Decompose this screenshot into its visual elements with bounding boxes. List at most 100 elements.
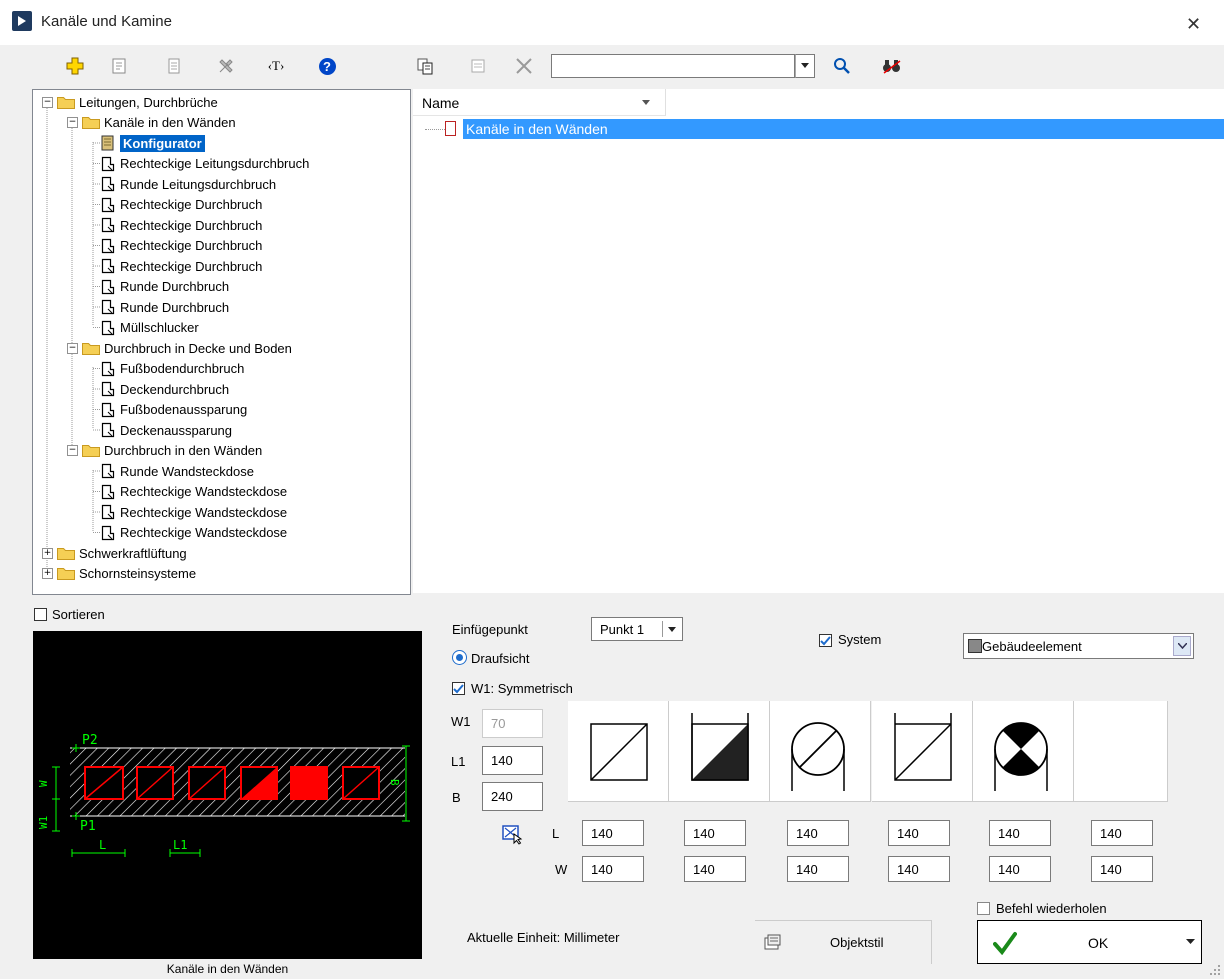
tile-rect-half-filled[interactable] xyxy=(669,701,770,802)
tree-item[interactable]: Rechteckige Leitungsdurchbruch xyxy=(101,154,309,174)
search-dropdown-button[interactable] xyxy=(795,54,815,78)
resize-grip-icon[interactable] xyxy=(1208,963,1222,977)
tree-folder[interactable]: − Durchbruch in Decke und Boden xyxy=(67,338,292,358)
objektstil-button[interactable]: Objektstil xyxy=(755,920,932,964)
column-header-name[interactable]: Name xyxy=(413,89,666,116)
tree-item[interactable]: Rechteckige Durchbruch xyxy=(101,236,262,256)
unit-text: Aktuelle Einheit: Millimeter xyxy=(467,930,620,945)
tile-round-quarters[interactable] xyxy=(973,701,1074,802)
width-input[interactable] xyxy=(684,856,746,882)
width-input[interactable] xyxy=(888,856,950,882)
l-row-label: L xyxy=(552,826,560,841)
pick-dimensions-icon[interactable] xyxy=(502,823,523,845)
help-icon[interactable]: ? xyxy=(314,53,340,79)
collapse-icon[interactable]: − xyxy=(67,445,78,456)
tree-folder[interactable]: + Schwerkraftlüftung xyxy=(42,543,187,563)
tree-folder[interactable]: + Schornsteinsysteme xyxy=(42,564,196,584)
expand-icon[interactable]: + xyxy=(42,547,53,559)
tree-item[interactable]: Müllschlucker xyxy=(101,318,199,338)
properties-icon[interactable] xyxy=(106,53,132,79)
tree-item[interactable]: Konfigurator xyxy=(101,133,205,153)
tree-item-label: Runde Durchbruch xyxy=(120,279,230,294)
sort-checkbox[interactable] xyxy=(34,608,47,621)
width-input[interactable] xyxy=(989,856,1051,882)
tree-item[interactable]: Rechteckige Durchbruch xyxy=(101,195,262,215)
tree-item-label: Schornsteinsysteme xyxy=(79,566,197,581)
sort-label: Sortieren xyxy=(52,607,105,622)
tree-item[interactable]: Deckenaussparung xyxy=(101,420,232,440)
tree-item[interactable]: Fußbodenaussparung xyxy=(101,400,247,420)
tree-item[interactable]: Rechteckige Wandsteckdose xyxy=(101,523,287,543)
width-input[interactable] xyxy=(582,856,644,882)
length-input[interactable] xyxy=(787,820,849,846)
tree-item[interactable]: Deckendurchbruch xyxy=(101,379,229,399)
delete-icon[interactable] xyxy=(511,53,537,79)
b-input[interactable] xyxy=(482,782,543,811)
ok-button[interactable]: OK xyxy=(977,920,1181,964)
layer-color-swatch xyxy=(968,639,982,653)
tree-item[interactable]: Rechteckige Durchbruch xyxy=(101,256,262,276)
tree-item[interactable]: Rechteckige Wandsteckdose xyxy=(101,482,287,502)
length-input[interactable] xyxy=(989,820,1051,846)
width-input[interactable] xyxy=(787,856,849,882)
length-input[interactable] xyxy=(1091,820,1153,846)
draufsicht-radio[interactable] xyxy=(452,650,467,665)
w1-symmetric-checkbox[interactable] xyxy=(452,682,465,695)
search-input[interactable] xyxy=(551,54,795,78)
tree-item[interactable]: Runde Durchbruch xyxy=(101,277,229,297)
tree-folder[interactable]: − Durchbruch in den Wänden xyxy=(67,441,262,461)
tree-folder[interactable]: − Leitungen, Durchbrüche xyxy=(42,92,218,112)
system-checkbox[interactable] xyxy=(819,634,832,647)
collapse-icon[interactable]: − xyxy=(67,342,78,354)
tree-folder[interactable]: − Kanäle in den Wänden xyxy=(67,113,236,133)
length-input[interactable] xyxy=(888,820,950,846)
tile-rect-open-top[interactable] xyxy=(872,701,973,802)
item-list[interactable]: Name Kanäle in den Wänden xyxy=(413,89,1224,593)
tree-item[interactable]: Runde Leitungsdurchbruch xyxy=(101,174,276,194)
tree-item[interactable]: Fußbodendurchbruch xyxy=(101,359,244,379)
w1-label: W1 xyxy=(451,714,471,729)
chevron-down-icon xyxy=(801,63,809,68)
insertion-point-select[interactable]: Punkt 1 xyxy=(591,617,683,641)
layer-dropdown-button[interactable] xyxy=(1173,636,1191,656)
tree-item-label: Runde Leitungsdurchbruch xyxy=(120,176,277,192)
find-binoculars-icon[interactable] xyxy=(879,53,905,79)
tree-item-label: Rechteckige Durchbruch xyxy=(120,238,263,253)
layer-select[interactable]: Gebäudeelement xyxy=(963,633,1194,659)
length-input[interactable] xyxy=(582,820,644,846)
w1-input[interactable] xyxy=(482,709,543,738)
search-icon[interactable] xyxy=(829,53,855,79)
part-icon xyxy=(101,381,115,397)
ok-dropdown-button[interactable] xyxy=(1180,920,1202,964)
round-diagonal-icon xyxy=(791,722,845,791)
tree-item[interactable]: Rechteckige Wandsteckdose xyxy=(101,502,287,522)
width-input[interactable] xyxy=(1091,856,1153,882)
chevron-down-icon xyxy=(642,100,650,105)
tools-icon[interactable] xyxy=(213,53,239,79)
list-view-icon[interactable] xyxy=(465,53,491,79)
l1-input[interactable] xyxy=(482,746,543,775)
expand-icon[interactable]: + xyxy=(42,568,53,579)
tree-item-label: Rechteckige Durchbruch xyxy=(120,217,263,233)
length-input[interactable] xyxy=(684,820,746,846)
tree-item[interactable]: Rechteckige Durchbruch xyxy=(101,215,262,235)
text-tag-icon[interactable]: ‹T› xyxy=(263,53,289,79)
tile-empty[interactable] xyxy=(1074,701,1168,802)
repeat-command-checkbox[interactable] xyxy=(977,902,990,915)
w1-label: W1 xyxy=(37,816,50,829)
chevron-down-icon xyxy=(1186,939,1195,944)
copy-icon[interactable] xyxy=(412,53,438,79)
tile-round-diagonal[interactable] xyxy=(770,701,871,802)
tree-item[interactable]: Runde Wandsteckdose xyxy=(101,461,254,481)
collapse-icon[interactable]: − xyxy=(42,96,53,108)
tree-item[interactable]: Runde Durchbruch xyxy=(101,297,229,317)
add-icon[interactable] xyxy=(62,53,88,79)
list-item[interactable]: Kanäle in den Wänden xyxy=(463,119,1224,139)
close-icon[interactable]: ✕ xyxy=(1186,14,1201,35)
tile-rect-diagonal[interactable] xyxy=(568,701,669,802)
preview-caption: Kanäle in den Wänden xyxy=(166,962,289,976)
part-icon xyxy=(101,299,115,315)
document-icon[interactable] xyxy=(161,53,187,79)
catalog-tree[interactable]: − Leitungen, Durchbrüche − Kanäle in den Wä… xyxy=(32,89,411,595)
collapse-icon[interactable]: − xyxy=(67,117,78,128)
